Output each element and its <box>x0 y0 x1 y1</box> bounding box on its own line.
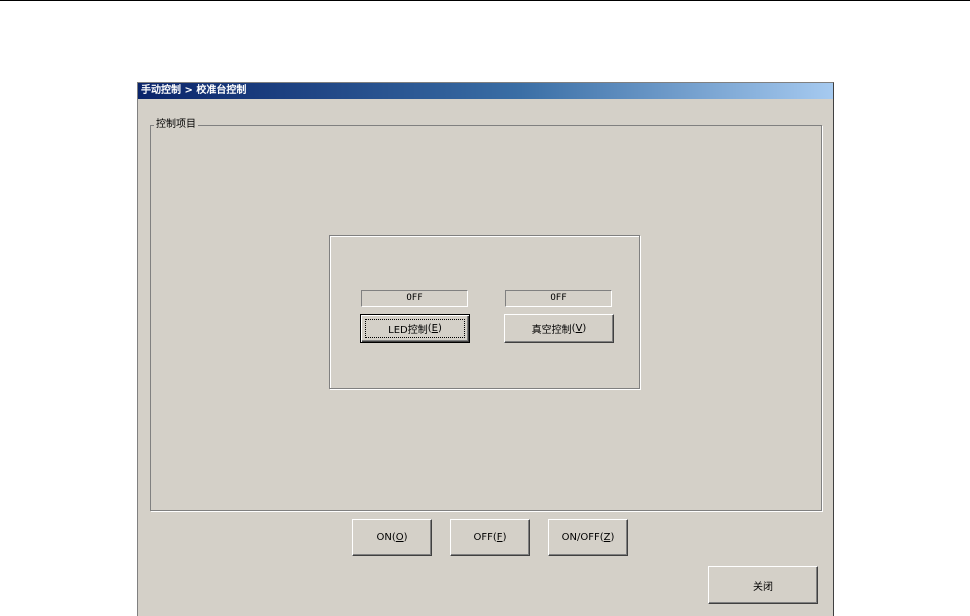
groupbox-legend: 控制项目 <box>154 119 198 131</box>
window-titlebar[interactable]: 手动控制 > 校准台控制 <box>138 83 833 99</box>
led-control-button[interactable]: LED控制(E) <box>360 314 470 343</box>
calibration-stage-control-window: 手动控制 > 校准台控制 控制项目 OFF LED控制(E) OFF 真空控制(… <box>137 82 834 616</box>
vacuum-status-display: OFF <box>505 290 612 307</box>
off-button[interactable]: OFF(F) <box>450 519 530 556</box>
control-items-groupbox: 控制项目 OFF LED控制(E) OFF 真空控制(V) <box>150 119 822 511</box>
window-title: 手动控制 > 校准台控制 <box>141 85 247 96</box>
close-button[interactable]: 关闭 <box>708 566 818 604</box>
control-panel: OFF LED控制(E) OFF 真空控制(V) <box>329 235 640 389</box>
focus-indicator <box>365 319 465 338</box>
led-status-display: OFF <box>361 290 468 307</box>
on-button[interactable]: ON(O) <box>352 519 432 556</box>
top-divider-line <box>0 0 970 1</box>
on-off-button[interactable]: ON/OFF(Z) <box>548 519 628 556</box>
vacuum-control-button[interactable]: 真空控制(V) <box>504 314 614 343</box>
